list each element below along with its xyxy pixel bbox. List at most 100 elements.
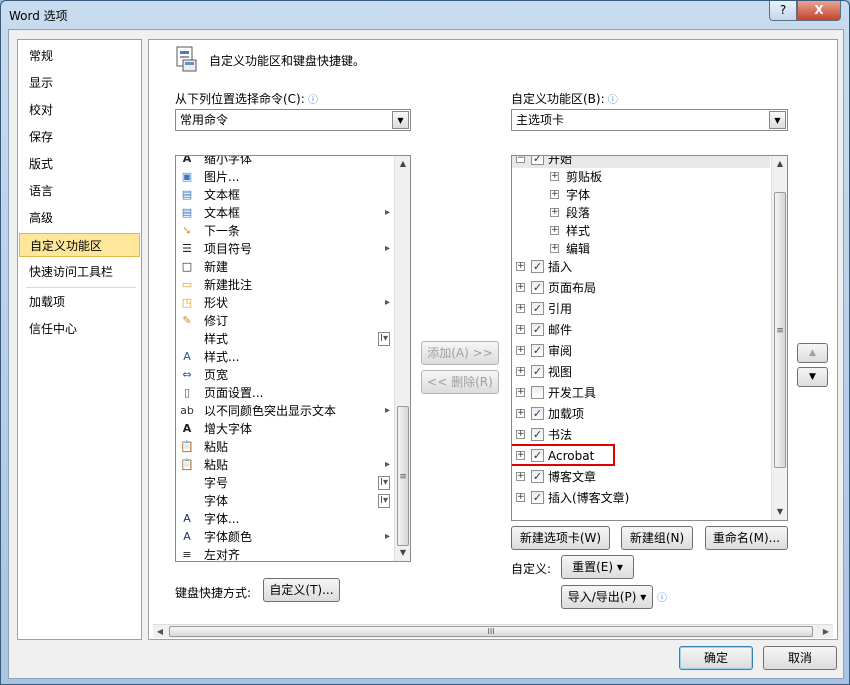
- tab-checkbox[interactable]: ✓: [531, 302, 544, 315]
- add-button[interactable]: 添加(A) >>: [421, 341, 499, 365]
- ribbon-tree-item[interactable]: + ✓ 引用: [512, 300, 770, 318]
- command-item[interactable]: ▭ 新建批注: [176, 276, 394, 294]
- ok-button[interactable]: 确定: [679, 646, 753, 670]
- expand-icon[interactable]: +: [550, 244, 559, 253]
- ribbon-tree-item[interactable]: + ✓ 书法: [512, 426, 770, 444]
- nav-item[interactable]: 校对: [19, 98, 140, 122]
- ribbon-tabs-combo[interactable]: 主选项卡 ▼: [511, 109, 788, 131]
- move-up-button[interactable]: ▲: [797, 343, 828, 363]
- command-item[interactable]: A 增大字体: [176, 420, 394, 438]
- horizontal-scroll-thumb[interactable]: III: [169, 626, 813, 637]
- expand-icon[interactable]: +: [516, 388, 525, 397]
- tab-checkbox[interactable]: ✓: [531, 407, 544, 420]
- new-tab-button[interactable]: 新建选项卡(W): [511, 526, 610, 550]
- keyboard-customize-button[interactable]: 自定义(T)...: [263, 578, 340, 602]
- command-item[interactable]: A 字体...: [176, 510, 394, 528]
- commands-scrollbar[interactable]: ▲ ≡ ▼: [394, 156, 410, 561]
- expand-icon[interactable]: +: [550, 172, 559, 181]
- expand-icon[interactable]: +: [550, 226, 559, 235]
- command-item[interactable]: 字体 I▾: [176, 492, 394, 510]
- command-item[interactable]: 字号 I▾: [176, 474, 394, 492]
- expand-icon[interactable]: +: [516, 325, 525, 334]
- ribbon-tree-item[interactable]: + ✓ 页面布局: [512, 279, 770, 297]
- expand-icon[interactable]: +: [550, 208, 559, 217]
- command-item[interactable]: 样式 I▾: [176, 330, 394, 348]
- move-down-button[interactable]: ▼: [797, 367, 828, 387]
- expand-icon[interactable]: +: [516, 304, 525, 313]
- nav-item[interactable]: 加载项: [19, 290, 140, 314]
- expand-icon[interactable]: +: [516, 430, 525, 439]
- ribbon-tree-item[interactable]: + ✓ 审阅: [512, 342, 770, 360]
- command-item[interactable]: ▤ 文本框 ▸: [176, 204, 394, 222]
- ribbon-tree-item[interactable]: + ✓ 插入(博客文章): [512, 489, 770, 507]
- nav-item[interactable]: 保存: [19, 125, 140, 149]
- command-item[interactable]: ab 以不同颜色突出显示文本 ▸: [176, 402, 394, 420]
- choose-commands-combo[interactable]: 常用命令 ▼: [175, 109, 411, 131]
- ribbon-tree-item[interactable]: + ✓ 插入: [512, 258, 770, 276]
- tab-checkbox[interactable]: [531, 386, 544, 399]
- tab-checkbox[interactable]: ✓: [531, 470, 544, 483]
- tab-checkbox[interactable]: ✓: [531, 491, 544, 504]
- reset-button[interactable]: 重置(E) ▾: [561, 555, 634, 579]
- expand-icon[interactable]: +: [516, 472, 525, 481]
- command-item[interactable]: ✎ 修订: [176, 312, 394, 330]
- collapse-icon[interactable]: −: [516, 156, 525, 163]
- expand-icon[interactable]: +: [550, 190, 559, 199]
- new-group-button[interactable]: 新建组(N): [621, 526, 693, 550]
- command-item[interactable]: ⇔ 页宽: [176, 366, 394, 384]
- command-item[interactable]: ▤ 文本框: [176, 186, 394, 204]
- tab-checkbox[interactable]: ✓: [531, 365, 544, 378]
- panel-horizontal-scrollbar[interactable]: ◀ III ▶: [153, 624, 833, 638]
- ribbon-tree-item[interactable]: + ✓ 加载项: [512, 405, 770, 423]
- command-item[interactable]: 📋 粘贴 ▸: [176, 456, 394, 474]
- remove-button[interactable]: << 删除(R): [421, 370, 499, 394]
- ribbon-tree-item[interactable]: + 剪贴板: [512, 168, 770, 186]
- ribbon-tree-item[interactable]: + 样式: [512, 222, 770, 240]
- scroll-left-icon[interactable]: ◀: [153, 625, 167, 639]
- scroll-thumb[interactable]: ≡: [397, 406, 409, 546]
- tab-checkbox[interactable]: ✓: [531, 323, 544, 336]
- ribbon-tree-item[interactable]: + ✓ 博客文章: [512, 468, 770, 486]
- ribbon-tree-item[interactable]: + ✓ 邮件: [512, 321, 770, 339]
- tab-checkbox[interactable]: ✓: [531, 344, 544, 357]
- help-button[interactable]: ?: [769, 1, 797, 21]
- scroll-down-icon[interactable]: ▼: [395, 545, 410, 561]
- tree-scrollbar[interactable]: ▲ ≡ ▼: [771, 156, 787, 520]
- scroll-thumb[interactable]: ≡: [774, 192, 786, 468]
- command-item[interactable]: ≡ 左对齐: [176, 546, 394, 561]
- expand-icon[interactable]: +: [516, 409, 525, 418]
- commands-list[interactable]: A 缩小字体 ▣ 图片... ▤ 文本框 ▤ 文本框 ▸ ➘ 下一条 ☰ 项目符号 ▸ □ 新建 ▭ 新建批注 ◳ 形…: [175, 155, 411, 562]
- command-item[interactable]: 📋 粘贴: [176, 438, 394, 456]
- command-item[interactable]: A 缩小字体: [176, 156, 394, 168]
- ribbon-tree[interactable]: − ✓ 开始 + 剪贴板 + 字体 + 段落 + 样式 + 编辑 + ✓ 插入 + ✓ 页面布局 + ✓ 引用 + ✓ 邮件 + ✓…: [511, 155, 788, 521]
- command-item[interactable]: ◳ 形状 ▸: [176, 294, 394, 312]
- command-item[interactable]: ▣ 图片...: [176, 168, 394, 186]
- ribbon-tree-item[interactable]: + 开发工具: [512, 384, 770, 402]
- chevron-down-icon[interactable]: ▼: [769, 111, 786, 129]
- ribbon-tree-item[interactable]: + 段落: [512, 204, 770, 222]
- nav-item[interactable]: 常规: [19, 44, 140, 68]
- scroll-down-icon[interactable]: ▼: [772, 504, 787, 520]
- nav-item[interactable]: 语言: [19, 179, 140, 203]
- ribbon-tree-item[interactable]: + ✓ 视图: [512, 363, 770, 381]
- cancel-button[interactable]: 取消: [763, 646, 837, 670]
- command-item[interactable]: ➘ 下一条: [176, 222, 394, 240]
- import-export-button[interactable]: 导入/导出(P) ▾: [561, 585, 653, 609]
- expand-icon[interactable]: +: [516, 493, 525, 502]
- expand-icon[interactable]: +: [516, 346, 525, 355]
- nav-item[interactable]: 快速访问工具栏: [19, 260, 140, 284]
- command-item[interactable]: ▯ 页面设置...: [176, 384, 394, 402]
- scroll-right-icon[interactable]: ▶: [819, 625, 833, 639]
- tab-checkbox[interactable]: ✓: [531, 260, 544, 273]
- nav-item[interactable]: 自定义功能区: [19, 233, 140, 257]
- tab-checkbox[interactable]: ✓: [531, 281, 544, 294]
- ribbon-tree-item[interactable]: + ✓ Acrobat: [512, 444, 770, 466]
- nav-item[interactable]: 版式: [19, 152, 140, 176]
- scroll-up-icon[interactable]: ▲: [772, 156, 787, 172]
- ribbon-tree-item[interactable]: + 字体: [512, 186, 770, 204]
- nav-item[interactable]: 信任中心: [19, 317, 140, 341]
- tab-checkbox[interactable]: ✓: [531, 428, 544, 441]
- command-item[interactable]: A 字体颜色 ▸: [176, 528, 394, 546]
- expand-icon[interactable]: +: [516, 283, 525, 292]
- command-item[interactable]: □ 新建: [176, 258, 394, 276]
